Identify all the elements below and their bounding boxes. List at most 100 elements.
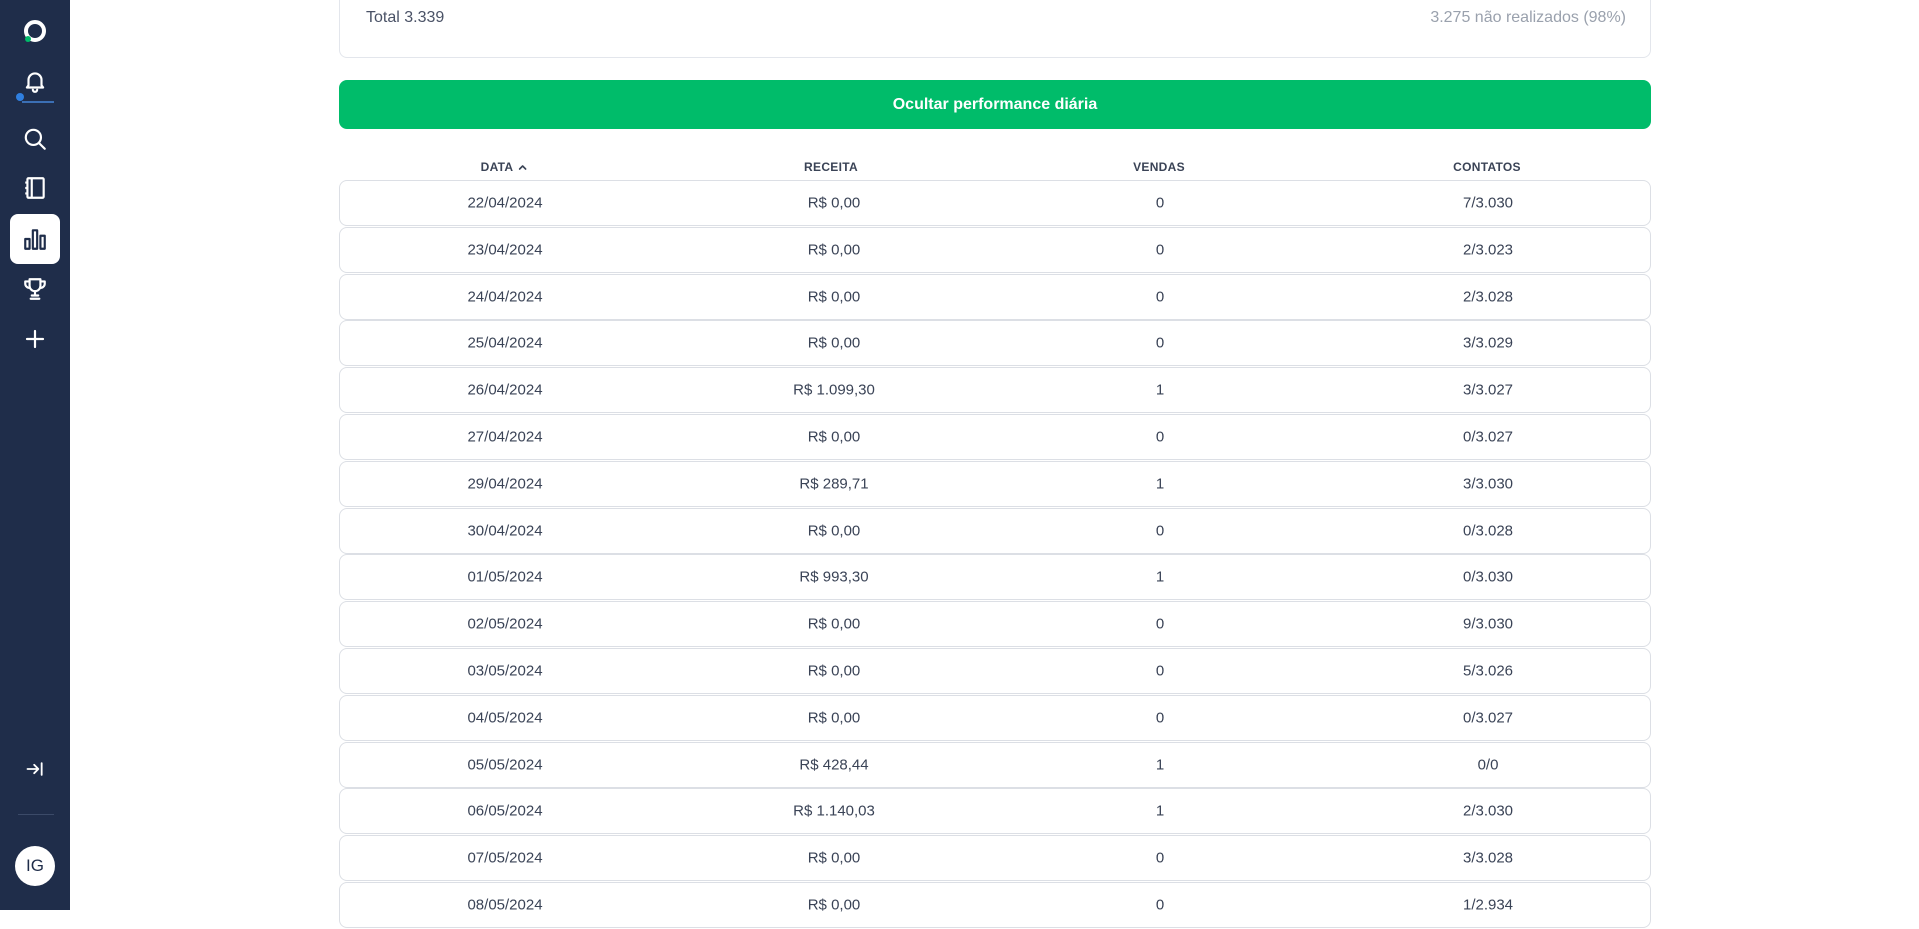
cell-sales: 0 bbox=[1155, 662, 1165, 680]
cell-contacts: 0/0 bbox=[1477, 756, 1499, 774]
cell-date: 25/04/2024 bbox=[467, 334, 543, 352]
cell-sales: 1 bbox=[1155, 756, 1165, 774]
column-header-date-label: DATA bbox=[480, 160, 514, 174]
avatar[interactable]: IG bbox=[15, 846, 55, 886]
cell-date: 24/04/2024 bbox=[467, 288, 543, 306]
notification-dot bbox=[16, 93, 24, 101]
cell-sales: 1 bbox=[1155, 568, 1165, 586]
table-row: 01/05/2024 R$ 993,30 1 0/3.030 bbox=[339, 554, 1651, 601]
cell-revenue: R$ 0,00 bbox=[807, 896, 861, 914]
cell-date: 03/05/2024 bbox=[467, 662, 543, 680]
hide-daily-performance-button[interactable]: Ocultar performance diária bbox=[339, 80, 1651, 129]
cell-revenue: R$ 0,00 bbox=[807, 428, 861, 446]
cell-contacts: 7/3.030 bbox=[1462, 194, 1514, 212]
column-header-revenue[interactable]: RECEITA bbox=[804, 160, 858, 174]
table-row: 04/05/2024 R$ 0,00 0 0/3.027 bbox=[339, 694, 1651, 741]
table-header: DATA RECEITA VENDAS CONTATOS bbox=[339, 160, 1651, 180]
logo-icon[interactable] bbox=[10, 6, 60, 56]
table-row: 26/04/2024 R$ 1.099,30 1 3/3.027 bbox=[339, 367, 1651, 414]
unrealized-count: 3.275 não realizados (98%) bbox=[1430, 9, 1626, 26]
chevron-up-icon bbox=[518, 165, 527, 170]
cell-contacts: 9/3.030 bbox=[1462, 615, 1514, 633]
column-header-sales[interactable]: VENDAS bbox=[1133, 160, 1185, 174]
cell-contacts: 5/3.026 bbox=[1462, 662, 1514, 680]
cell-revenue: R$ 0,00 bbox=[807, 288, 861, 306]
cell-sales: 0 bbox=[1155, 288, 1165, 306]
column-header-date[interactable]: DATA bbox=[481, 160, 528, 174]
trophy-icon[interactable] bbox=[10, 264, 60, 314]
cell-sales: 1 bbox=[1155, 381, 1165, 399]
cell-revenue: R$ 0,00 bbox=[807, 849, 861, 867]
cell-revenue: R$ 993,30 bbox=[799, 568, 869, 586]
cell-sales: 0 bbox=[1155, 522, 1165, 540]
cell-contacts: 0/3.027 bbox=[1462, 709, 1514, 727]
cell-revenue: R$ 0,00 bbox=[807, 662, 861, 680]
cell-contacts: 3/3.027 bbox=[1462, 381, 1514, 399]
table-row: 25/04/2024 R$ 0,00 0 3/3.029 bbox=[339, 320, 1651, 367]
cell-date: 26/04/2024 bbox=[467, 381, 543, 399]
cell-date: 08/05/2024 bbox=[467, 896, 543, 914]
notebook-icon[interactable] bbox=[10, 163, 60, 213]
cell-contacts: 0/3.028 bbox=[1462, 522, 1514, 540]
cell-revenue: R$ 289,71 bbox=[799, 475, 869, 493]
table-row: 30/04/2024 R$ 0,00 0 0/3.028 bbox=[339, 507, 1651, 554]
cell-date: 04/05/2024 bbox=[467, 709, 543, 727]
cell-revenue: R$ 0,00 bbox=[807, 615, 861, 633]
cell-contacts: 3/3.030 bbox=[1462, 475, 1514, 493]
bar-chart-icon[interactable] bbox=[10, 214, 60, 264]
plus-icon[interactable] bbox=[10, 314, 60, 364]
cell-sales: 0 bbox=[1155, 615, 1165, 633]
summary-card: Total 3.339 3.275 não realizados (98%) bbox=[339, 0, 1651, 58]
cell-sales: 1 bbox=[1155, 802, 1165, 820]
sidebar: IG bbox=[0, 0, 70, 910]
cell-contacts: 2/3.028 bbox=[1462, 288, 1514, 306]
cell-contacts: 2/3.023 bbox=[1462, 241, 1514, 259]
daily-performance-table: 22/04/2024 R$ 0,00 0 7/3.030 23/04/2024 R$ 0,… bbox=[339, 180, 1651, 929]
cell-revenue: R$ 0,00 bbox=[807, 709, 861, 727]
cell-date: 01/05/2024 bbox=[467, 568, 543, 586]
table-row: 05/05/2024 R$ 428,44 1 0/0 bbox=[339, 741, 1651, 788]
cell-date: 29/04/2024 bbox=[467, 475, 543, 493]
cell-sales: 0 bbox=[1155, 709, 1165, 727]
cell-revenue: R$ 0,00 bbox=[807, 522, 861, 540]
cell-revenue: R$ 0,00 bbox=[807, 194, 861, 212]
cell-sales: 0 bbox=[1155, 334, 1165, 352]
cell-revenue: R$ 428,44 bbox=[799, 756, 869, 774]
cell-date: 07/05/2024 bbox=[467, 849, 543, 867]
cell-sales: 0 bbox=[1155, 896, 1165, 914]
cell-date: 02/05/2024 bbox=[467, 615, 543, 633]
table-row: 02/05/2024 R$ 0,00 0 9/3.030 bbox=[339, 601, 1651, 648]
cell-sales: 0 bbox=[1155, 428, 1165, 446]
table-row: 24/04/2024 R$ 0,00 0 2/3.028 bbox=[339, 273, 1651, 320]
cell-revenue: R$ 0,00 bbox=[807, 241, 861, 259]
cell-contacts: 1/2.934 bbox=[1462, 896, 1514, 914]
search-icon[interactable] bbox=[10, 114, 60, 164]
cell-contacts: 2/3.030 bbox=[1462, 802, 1514, 820]
table-row: 07/05/2024 R$ 0,00 0 3/3.028 bbox=[339, 835, 1651, 882]
column-header-contacts[interactable]: CONTATOS bbox=[1453, 160, 1521, 174]
cell-date: 22/04/2024 bbox=[467, 194, 543, 212]
table-row: 03/05/2024 R$ 0,00 0 5/3.026 bbox=[339, 647, 1651, 694]
total-count: Total 3.339 bbox=[366, 9, 445, 26]
cell-contacts: 0/3.030 bbox=[1462, 568, 1514, 586]
cell-date: 23/04/2024 bbox=[467, 241, 543, 259]
table-row: 23/04/2024 R$ 0,00 0 2/3.023 bbox=[339, 226, 1651, 273]
cell-contacts: 0/3.027 bbox=[1462, 428, 1514, 446]
cell-sales: 0 bbox=[1155, 849, 1165, 867]
cell-revenue: R$ 1.140,03 bbox=[793, 802, 875, 820]
cell-contacts: 3/3.028 bbox=[1462, 849, 1514, 867]
cell-revenue: R$ 1.099,30 bbox=[793, 381, 875, 399]
cell-date: 27/04/2024 bbox=[467, 428, 543, 446]
cell-date: 05/05/2024 bbox=[467, 756, 543, 774]
table-row: 29/04/2024 R$ 289,71 1 3/3.030 bbox=[339, 460, 1651, 507]
sidebar-divider bbox=[18, 814, 54, 815]
cell-sales: 0 bbox=[1155, 194, 1165, 212]
collapse-arrow-icon[interactable] bbox=[10, 744, 60, 794]
cell-sales: 0 bbox=[1155, 241, 1165, 259]
table-row: 22/04/2024 R$ 0,00 0 7/3.030 bbox=[339, 180, 1651, 226]
table-row: 27/04/2024 R$ 0,00 0 0/3.027 bbox=[339, 413, 1651, 460]
table-row: 06/05/2024 R$ 1.140,03 1 2/3.030 bbox=[339, 788, 1651, 835]
cell-sales: 1 bbox=[1155, 475, 1165, 493]
cell-date: 30/04/2024 bbox=[467, 522, 543, 540]
cell-contacts: 3/3.029 bbox=[1462, 334, 1514, 352]
